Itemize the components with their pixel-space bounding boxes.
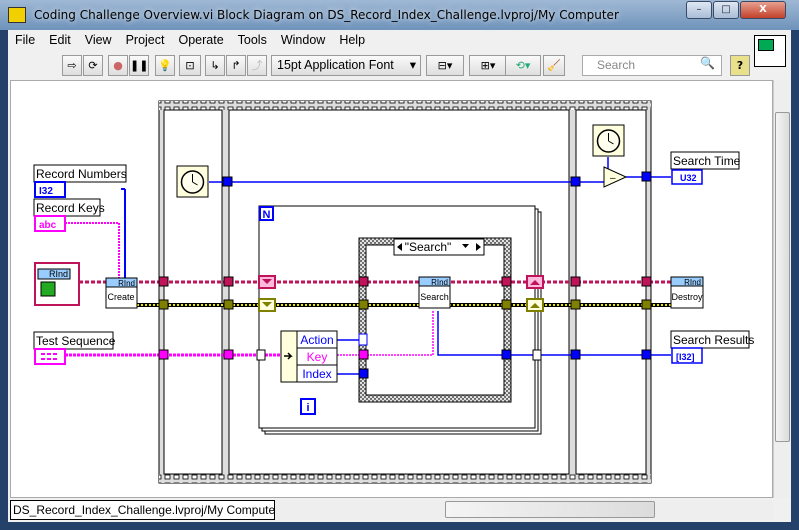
menu-file[interactable]: File (8, 30, 42, 52)
menu-edit[interactable]: Edit (42, 30, 78, 52)
loop-count-label: N (263, 209, 271, 221)
search-header: RInd (431, 278, 448, 287)
menu-project[interactable]: Project (119, 30, 172, 52)
unbundle-key: Key (307, 350, 328, 364)
auto-index-tunnel-out (532, 349, 542, 361)
run-continuously-button[interactable]: ⟳ (83, 55, 103, 76)
vertical-scrollbar[interactable] (773, 80, 790, 498)
record-numbers-label: Record Numbers (36, 167, 127, 181)
record-numbers-control[interactable]: Record Numbers I32 (33, 164, 127, 198)
vertical-scroll-thumb[interactable] (775, 112, 790, 442)
search-results-indicator[interactable]: Search Results [I32] (670, 330, 754, 364)
chevron-down-icon: ▾ (409, 58, 416, 72)
record-keys-label: Record Keys (36, 201, 105, 215)
case-selector-terminal (358, 333, 368, 346)
step-out-button[interactable]: ⤴ (247, 55, 267, 76)
create-node[interactable]: RInd Create (105, 277, 138, 309)
record-numbers-type: I32 (39, 186, 53, 197)
font-dropdown[interactable]: 15pt Application Font ▾ (271, 55, 421, 76)
case-selector-label: "Search" (405, 240, 452, 254)
window-client: File Edit View Project Operate Tools Win… (8, 30, 791, 522)
context-help-button[interactable]: ? (730, 55, 750, 76)
unbundle-action: Action (300, 333, 333, 347)
unbundle-index: Index (302, 367, 331, 381)
diagram-canvas: N i "Search" Record Numbers I32 Record K… (33, 100, 754, 484)
highlight-execution-icon[interactable]: 💡 (155, 55, 175, 76)
window-title: Coding Challenge Overview.vi Block Diagr… (34, 8, 619, 22)
sequence-frame-1 (163, 109, 223, 475)
toolbar: ⇨ ⟳ ● ❚❚ 💡 ⊡ ↳ ↱ ⤴ 15pt Application Font… (8, 52, 750, 78)
vi-icon[interactable] (754, 35, 786, 67)
search-node[interactable]: RInd Search (418, 276, 451, 309)
tick-count-timer-icon[interactable] (592, 124, 625, 157)
create-header: RInd (118, 279, 135, 288)
search-time-label: Search Time (673, 154, 741, 168)
class-constant[interactable]: RInd (34, 262, 80, 306)
close-button[interactable]: X (740, 1, 786, 19)
class-constant-header: RInd (49, 269, 68, 279)
font-value: 15pt Application Font (277, 58, 394, 72)
search-time-type: U32 (680, 173, 697, 183)
abort-button[interactable]: ● (108, 55, 128, 76)
create-label: Create (107, 292, 134, 302)
test-sequence-label: Test Sequence (36, 334, 116, 348)
step-over-button[interactable]: ↱ (226, 55, 246, 76)
unbundle-by-name[interactable]: Action Key Index (280, 330, 338, 383)
pause-button[interactable]: ❚❚ (129, 55, 149, 76)
search-label: Search (420, 292, 449, 302)
search-results-type: [I32] (676, 352, 695, 362)
run-button[interactable]: ⇨ (62, 55, 82, 76)
destroy-header: RInd (684, 278, 701, 287)
reorder-button[interactable]: ⟲▾ (505, 55, 541, 76)
retain-wire-values-button[interactable]: ⊡ (179, 55, 201, 76)
destroy-node[interactable]: RInd Destroy (670, 276, 704, 309)
cube-icon (40, 281, 56, 297)
auto-index-tunnel-in (256, 349, 266, 361)
search-input[interactable]: Search 🔍 (582, 55, 722, 76)
minimize-button[interactable]: – (686, 1, 712, 19)
labview-app-icon (8, 7, 26, 23)
subtract-label: – (610, 173, 616, 184)
context-status: DS_Record_Index_Challenge.lvproj/My Comp… (10, 500, 275, 520)
record-keys-control[interactable]: Record Keys abc (33, 198, 105, 232)
search-placeholder: Search (597, 58, 636, 72)
record-keys-type: abc (39, 220, 57, 231)
sequence-frame-3 (575, 109, 647, 475)
destroy-label: Destroy (671, 292, 703, 302)
horizontal-scroll-thumb[interactable] (445, 501, 655, 518)
distribute-objects-button[interactable]: ⊞▾ (469, 55, 507, 76)
search-results-label: Search Results (673, 333, 754, 347)
search-time-indicator[interactable]: Search Time U32 (670, 151, 741, 185)
case-structure[interactable]: "Search" (358, 237, 512, 403)
tick-count-timer-icon[interactable] (176, 165, 209, 198)
step-into-button[interactable]: ↳ (205, 55, 225, 76)
cleanup-diagram-button[interactable]: 🧹 (543, 55, 565, 76)
menu-tools[interactable]: Tools (231, 30, 274, 52)
block-diagram[interactable]: N i "Search" Record Numbers I32 Record K… (10, 80, 773, 498)
menu-bar: File Edit View Project Operate Tools Win… (8, 30, 748, 52)
menu-operate[interactable]: Operate (171, 30, 230, 52)
search-icon: 🔍 (700, 56, 715, 70)
iteration-label: i (306, 402, 309, 414)
menu-view[interactable]: View (78, 30, 119, 52)
align-objects-button[interactable]: ⊟▾ (426, 55, 464, 76)
title-bar: Coding Challenge Overview.vi Block Diagr… (0, 0, 799, 30)
test-sequence-control[interactable]: Test Sequence (33, 331, 116, 365)
menu-help[interactable]: Help (332, 30, 372, 52)
menu-window[interactable]: Window (274, 30, 332, 52)
horizontal-scrollbar[interactable] (275, 500, 773, 520)
maximize-button[interactable]: □ (713, 1, 739, 19)
cluster-array-icon (34, 348, 66, 365)
